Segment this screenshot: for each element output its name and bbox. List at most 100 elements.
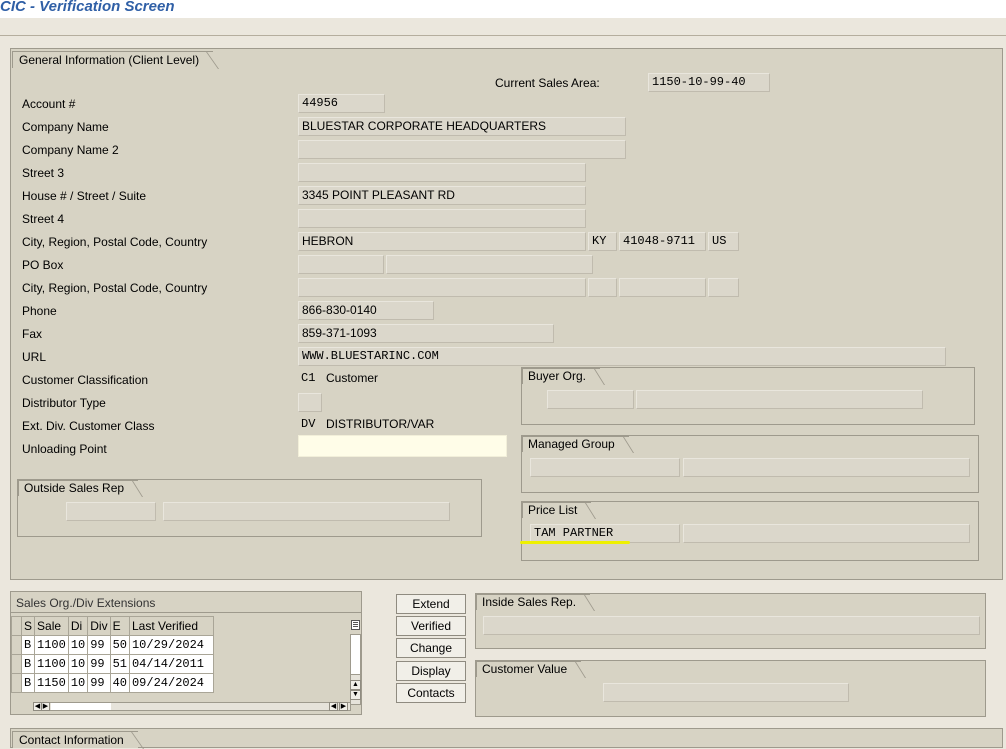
pobox-extra-field[interactable] bbox=[386, 255, 593, 274]
city2-field[interactable] bbox=[298, 278, 586, 297]
customer-value-box: Customer Value bbox=[475, 660, 986, 717]
extensions-panel: Sales Org./Div Extensions S Sale Di Div … bbox=[10, 591, 362, 715]
current-sales-area-label: Current Sales Area: bbox=[495, 76, 600, 90]
cell: 99 bbox=[87, 673, 111, 693]
buyer-org-name-field[interactable] bbox=[636, 390, 923, 409]
current-sales-area-field: 1150-10-99-40 bbox=[648, 73, 770, 92]
region-field[interactable]: KY bbox=[588, 232, 617, 251]
custclass-code: C1 bbox=[301, 371, 316, 385]
street3-label: Street 3 bbox=[22, 166, 65, 180]
table-row[interactable]: B 1150 10 99 40 09/24/2024 bbox=[11, 673, 214, 693]
price-list-tab: Price List bbox=[522, 502, 592, 518]
row-selector[interactable] bbox=[11, 673, 22, 693]
company2-label: Company Name 2 bbox=[22, 143, 119, 157]
table-horizontal-scrollbar[interactable]: ◀ ▶ ◀ ▶ bbox=[33, 702, 351, 711]
phone-field[interactable]: 866-830-0140 bbox=[298, 301, 434, 320]
fax-field[interactable]: 859-371-1093 bbox=[298, 324, 554, 343]
cell: 10 bbox=[67, 654, 89, 674]
extensions-title: Sales Org./Div Extensions bbox=[16, 596, 156, 610]
inside-sales-rep-field[interactable] bbox=[483, 616, 980, 635]
extensions-table[interactable]: S Sale Di Div E Last Verified B 1100 10 … bbox=[11, 616, 214, 693]
cell: 1150 bbox=[34, 673, 69, 693]
display-button[interactable]: Display bbox=[396, 661, 466, 681]
extend-button[interactable]: Extend bbox=[396, 594, 466, 614]
table-vertical-scrollbar[interactable]: ▲ ▼ bbox=[350, 634, 361, 705]
phone-label: Phone bbox=[22, 304, 57, 318]
url-field[interactable]: WWW.BLUESTARINC.COM bbox=[298, 347, 946, 366]
managed-group-code-field[interactable] bbox=[530, 458, 680, 477]
col-header-last-verified[interactable]: Last Verified bbox=[128, 616, 214, 636]
scroll-up-icon[interactable]: ▲ bbox=[350, 680, 361, 690]
pobox-field[interactable] bbox=[298, 255, 384, 274]
cell: B bbox=[20, 654, 36, 674]
table-row[interactable]: B 1100 10 99 51 04/14/2011 bbox=[11, 654, 214, 674]
inside-sales-rep-tab: Inside Sales Rep. bbox=[476, 594, 591, 610]
managed-group-name-field[interactable] bbox=[683, 458, 970, 477]
cell: B bbox=[20, 635, 36, 655]
city-field[interactable]: HEBRON bbox=[298, 232, 586, 251]
vscroll-thumb[interactable] bbox=[351, 635, 360, 675]
company2-field[interactable] bbox=[298, 140, 626, 159]
disttype-label: Distributor Type bbox=[22, 396, 106, 410]
inside-sales-rep-box: Inside Sales Rep. bbox=[475, 593, 986, 649]
account-label: Account # bbox=[22, 97, 76, 111]
unloading-point-input[interactable] bbox=[298, 435, 507, 457]
price-list-highlight bbox=[520, 541, 630, 544]
window-title: CIC - Verification Screen bbox=[0, 0, 175, 15]
customer-value-field[interactable] bbox=[603, 683, 849, 702]
cell: 99 bbox=[87, 654, 111, 674]
cell: 09/24/2024 bbox=[128, 673, 214, 693]
url-label: URL bbox=[22, 350, 47, 364]
verified-button[interactable]: Verified bbox=[396, 616, 466, 636]
cell: 51 bbox=[109, 654, 130, 674]
buyer-org-code-field[interactable] bbox=[547, 390, 634, 409]
contact-info-tab: Contact Information bbox=[12, 731, 138, 748]
col-header-div[interactable]: Div bbox=[87, 616, 111, 636]
scroll-down-icon[interactable]: ▼ bbox=[350, 690, 361, 700]
country-field[interactable]: US bbox=[708, 232, 739, 251]
country2-field[interactable] bbox=[708, 278, 739, 297]
row-selector[interactable] bbox=[11, 635, 22, 655]
disttype-field[interactable] bbox=[298, 393, 322, 412]
custclass-label: Customer Classification bbox=[22, 373, 149, 387]
buyer-org-box: Buyer Org. bbox=[521, 367, 975, 425]
extdiv-text: DISTRIBUTOR/VAR bbox=[326, 417, 435, 431]
contacts-button[interactable]: Contacts bbox=[396, 683, 466, 703]
general-info-panel: General Information (Client Level) Curre… bbox=[10, 48, 1003, 580]
scroll-right-icon[interactable]: ▶ bbox=[41, 702, 50, 711]
col-header-s[interactable]: S bbox=[20, 616, 36, 636]
cell: 1100 bbox=[34, 654, 69, 674]
row-selector[interactable] bbox=[11, 654, 22, 674]
street4-field[interactable] bbox=[298, 209, 586, 228]
company-field[interactable]: BLUESTAR CORPORATE HEADQUARTERS bbox=[298, 117, 626, 136]
table-settings-icon[interactable] bbox=[351, 620, 360, 630]
title-bar: CIC - Verification Screen bbox=[0, 0, 1006, 18]
managed-group-tab: Managed Group bbox=[522, 436, 629, 452]
postal2-field[interactable] bbox=[619, 278, 706, 297]
col-header-e[interactable]: E bbox=[109, 616, 130, 636]
cell: 04/14/2011 bbox=[128, 654, 214, 674]
table-row[interactable]: B 1100 10 99 50 10/29/2024 bbox=[11, 635, 214, 655]
scroll-right-end-icon[interactable]: ▶ bbox=[339, 702, 348, 711]
col-header-di[interactable]: Di bbox=[67, 616, 89, 636]
cell: 10 bbox=[67, 673, 89, 693]
account-field[interactable]: 44956 bbox=[298, 94, 385, 113]
region2-field[interactable] bbox=[588, 278, 617, 297]
cell: 1100 bbox=[34, 635, 69, 655]
change-button[interactable]: Change bbox=[396, 638, 466, 658]
city2-label: City, Region, Postal Code, Country bbox=[22, 281, 208, 295]
extdiv-code: DV bbox=[301, 417, 316, 431]
price-list-name-field[interactable] bbox=[683, 524, 970, 543]
city-label: City, Region, Postal Code, Country bbox=[22, 235, 208, 249]
col-header-sale[interactable]: Sale bbox=[34, 616, 69, 636]
pobox-label: PO Box bbox=[22, 258, 64, 272]
row-selector-header[interactable] bbox=[11, 616, 22, 636]
outside-sales-rep-code-field[interactable] bbox=[66, 502, 156, 521]
hscroll-thumb[interactable] bbox=[51, 703, 111, 710]
postal-code-field[interactable]: 41048-9711 bbox=[619, 232, 706, 251]
scroll-left-end-icon[interactable]: ◀ bbox=[329, 702, 338, 711]
house-field[interactable]: 3345 POINT PLEASANT RD bbox=[298, 186, 586, 205]
street3-field[interactable] bbox=[298, 163, 586, 182]
fax-label: Fax bbox=[22, 327, 43, 341]
outside-sales-rep-name-field[interactable] bbox=[163, 502, 450, 521]
